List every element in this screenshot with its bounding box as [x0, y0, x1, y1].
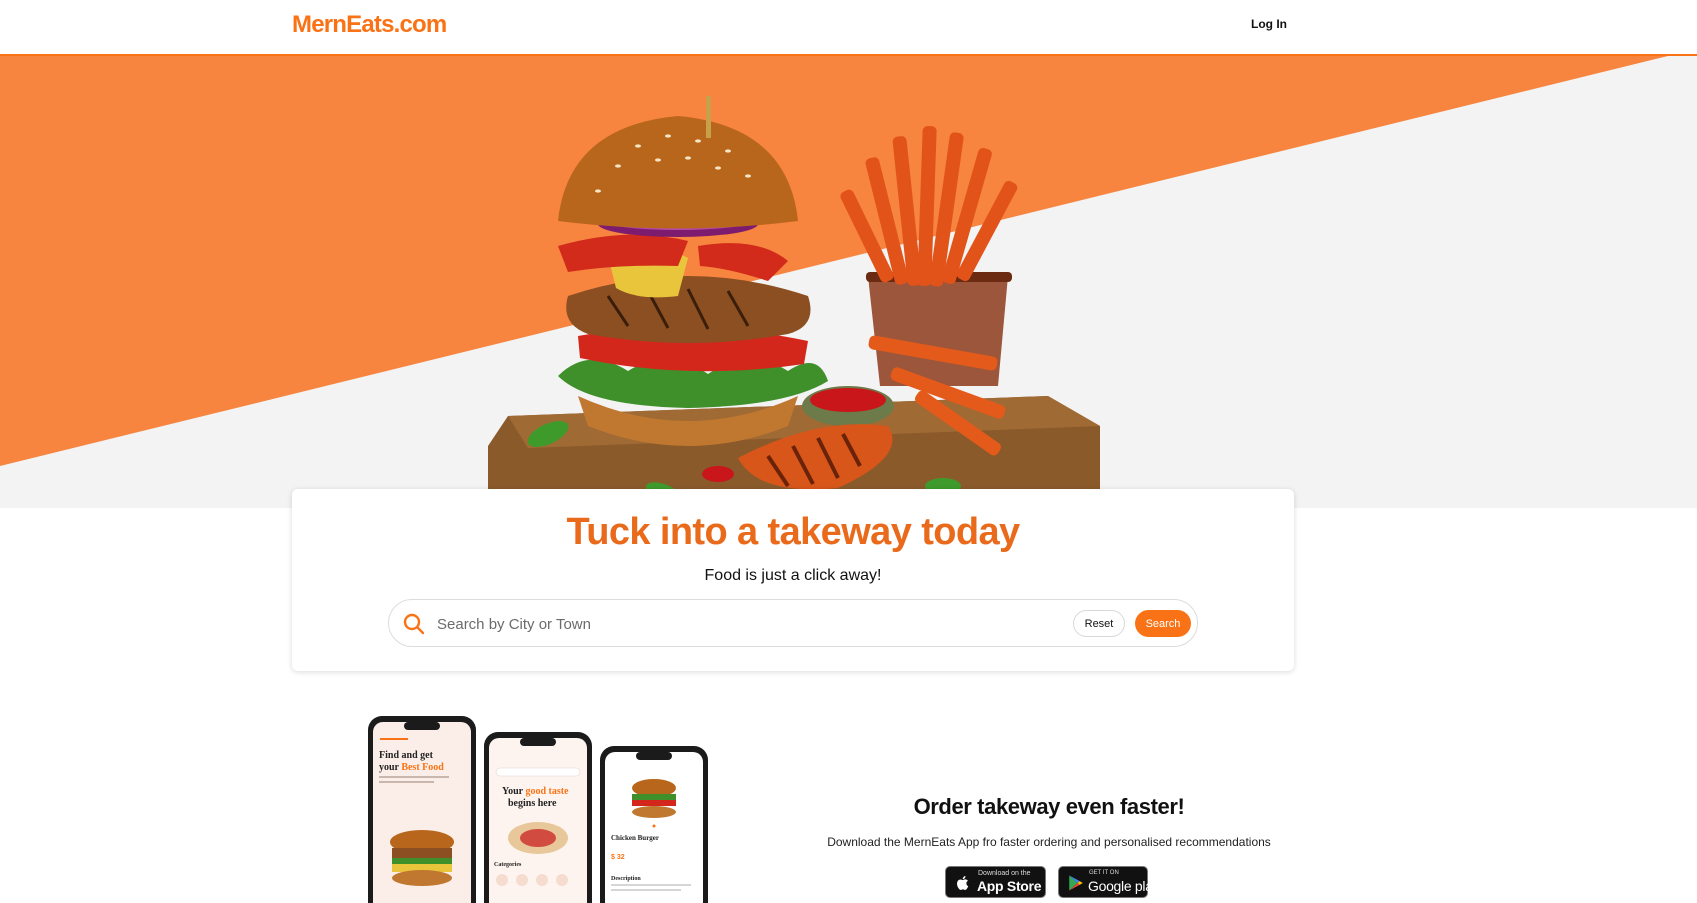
reset-button[interactable]: Reset: [1073, 610, 1125, 637]
google-play-icon: [1069, 875, 1083, 891]
hero-subtitle: Food is just a click away!: [704, 567, 882, 584]
phone2-categories: Categories: [494, 862, 522, 868]
google-play-small: GET IT ON: [1089, 870, 1119, 876]
hero-banner: [0, 56, 1697, 508]
phone1-line2b: Best Food: [401, 762, 444, 773]
search-button[interactable]: Search: [1135, 610, 1191, 637]
phone3-name: Chicken Burger: [611, 834, 659, 842]
app-phones-image: Find and get your Best Food Your good ta…: [368, 716, 708, 903]
app-promo-subtitle: Download the MernEats App fro faster ord…: [827, 835, 1271, 849]
site-logo[interactable]: MernEats.com: [292, 11, 447, 39]
svg-text:Your good taste: Your good taste: [502, 786, 569, 797]
phone2-line2: begins here: [508, 798, 557, 809]
page: MernEats.com Log In Tuck into a takeway …: [0, 0, 1697, 903]
svg-text:your Best Food: your Best Food: [379, 762, 444, 773]
phone2-line1a: Your: [502, 786, 525, 797]
phone2-line1b: good taste: [525, 786, 569, 797]
search-card: Tuck into a takeway today Food is just a…: [292, 489, 1294, 671]
phone1-line1: Find and get: [379, 750, 434, 761]
search-bar: Reset Search: [388, 599, 1198, 647]
search-icon: [403, 613, 425, 635]
top-nav: MernEats.com Log In: [0, 0, 1697, 56]
burger-and-fries-image: [488, 96, 1100, 508]
app-store-small: Download on the: [978, 870, 1031, 877]
phone3-price: $ 32: [611, 854, 625, 861]
google-play-big: Google play: [1088, 878, 1160, 894]
phone1-line2a: your: [379, 762, 401, 773]
app-store-badge[interactable]: Download on the App Store: [945, 866, 1046, 898]
app-store-big: App Store: [977, 878, 1042, 894]
hero-title: Tuck into a takeway today: [566, 511, 1020, 553]
search-input[interactable]: [437, 612, 997, 636]
apple-icon: [957, 876, 969, 890]
login-link[interactable]: Log In: [1251, 17, 1287, 31]
phone3-description: Description: [611, 876, 641, 882]
app-promo-title: Order takeway even faster!: [913, 794, 1185, 819]
google-play-badge[interactable]: GET IT ON Google play: [1058, 866, 1160, 898]
